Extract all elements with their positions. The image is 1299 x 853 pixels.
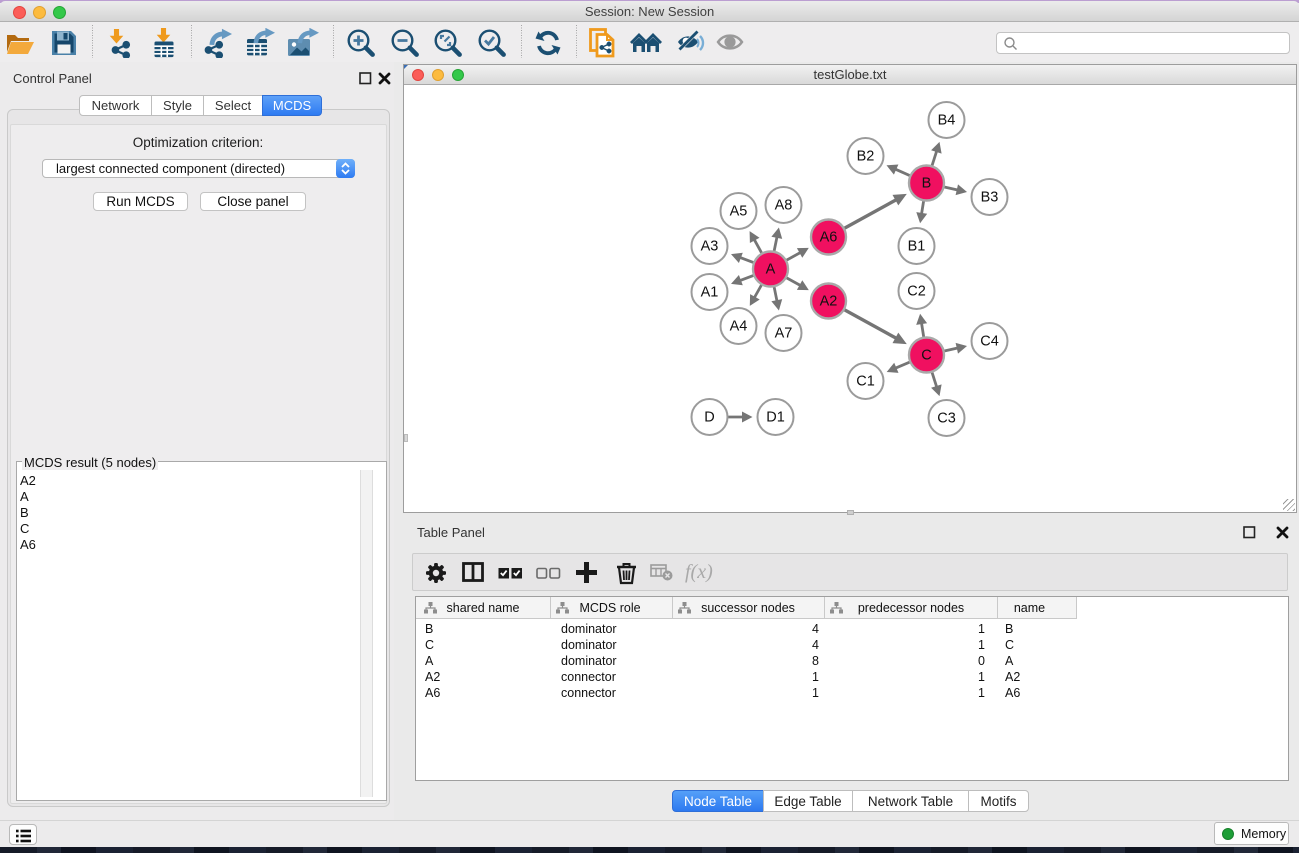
svg-text:B1: B1: [908, 239, 926, 255]
svg-text:C2: C2: [907, 284, 926, 300]
svg-text:C1: C1: [856, 374, 875, 390]
svg-text:C3: C3: [937, 411, 956, 427]
svg-text:A4: A4: [730, 319, 748, 335]
svg-text:B3: B3: [981, 190, 999, 206]
svg-text:A2: A2: [820, 294, 838, 310]
svg-text:A5: A5: [730, 204, 748, 220]
svg-text:D: D: [704, 410, 714, 426]
svg-text:B4: B4: [938, 113, 956, 129]
svg-text:A: A: [766, 262, 776, 278]
svg-text:A7: A7: [775, 326, 793, 342]
svg-text:B2: B2: [857, 149, 875, 165]
svg-text:D1: D1: [766, 410, 785, 426]
svg-text:A3: A3: [701, 239, 719, 255]
svg-text:A1: A1: [701, 285, 719, 301]
svg-text:C: C: [921, 348, 931, 364]
svg-text:A6: A6: [820, 230, 838, 246]
svg-text:f(x): f(x): [685, 562, 713, 583]
svg-text:B: B: [922, 176, 932, 192]
svg-text:A8: A8: [775, 198, 793, 214]
svg-text:C4: C4: [980, 334, 999, 350]
